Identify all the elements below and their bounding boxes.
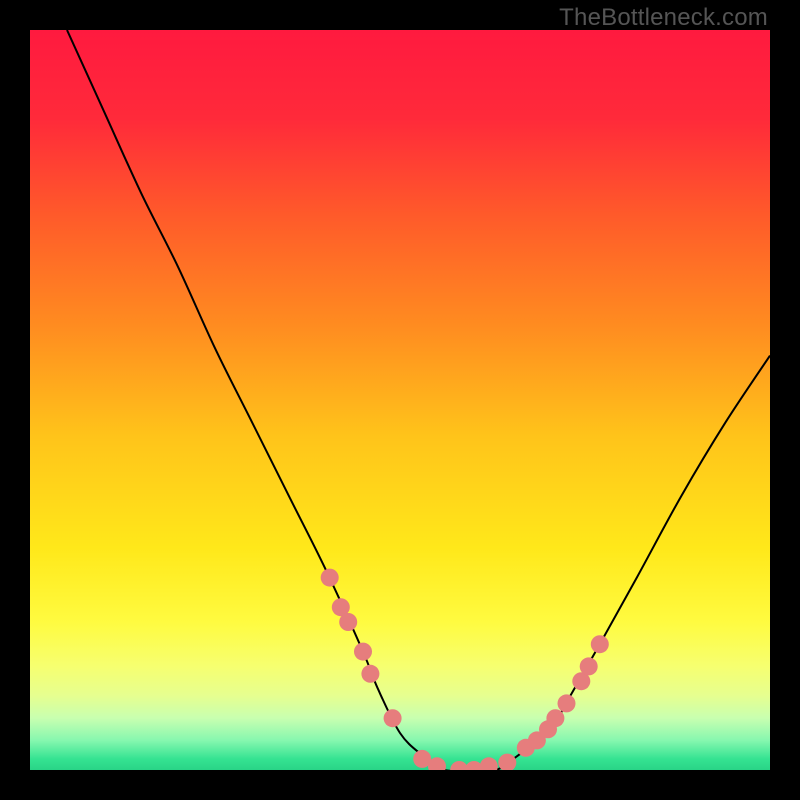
curve-layer [30, 30, 770, 770]
watermark-text: TheBottleneck.com [559, 4, 768, 32]
bottleneck-curve [67, 30, 770, 770]
highlight-point [498, 754, 516, 770]
highlight-point [558, 694, 576, 712]
highlight-point [339, 613, 357, 631]
highlight-point [361, 665, 379, 683]
highlight-point [321, 569, 339, 587]
chart-frame: TheBottleneck.com [0, 0, 800, 800]
highlight-point [591, 635, 609, 653]
highlight-point [384, 709, 402, 727]
highlight-point [354, 643, 372, 661]
plot-area [30, 30, 770, 770]
highlight-point [580, 657, 598, 675]
highlight-point [546, 709, 564, 727]
highlight-point [480, 757, 498, 770]
highlight-points [321, 569, 609, 770]
